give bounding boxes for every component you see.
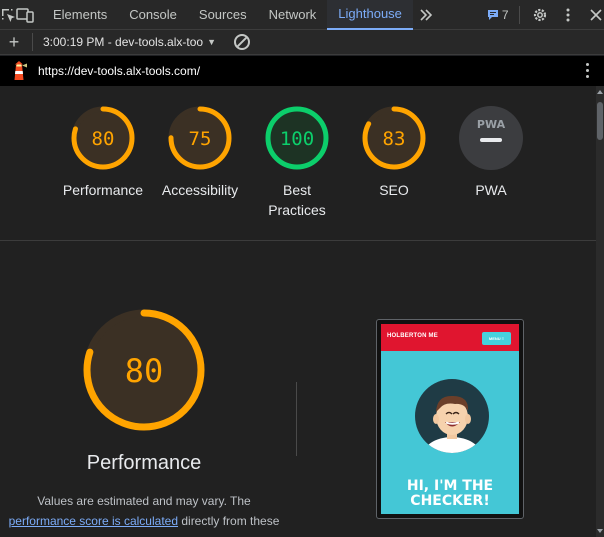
pwa-badge-text: PWA <box>477 118 506 131</box>
gauge-accessibility-ring: 75 <box>168 106 232 170</box>
gauge-performance-score: 80 <box>92 128 115 150</box>
screenshot-brand: HOLBERTON ME <box>387 333 438 339</box>
close-devtools-icon[interactable] <box>582 0 604 30</box>
score-gauges-row: 80 Performance 75 Accessibility 100 Best… <box>0 86 596 241</box>
performance-section: 80 Performance Values are estimated and … <box>0 242 596 537</box>
avatar-illustration-icon <box>415 379 489 453</box>
gauge-pwa-label: PWA <box>475 182 507 198</box>
gauge-seo-score: 83 <box>383 128 406 150</box>
performance-title: Performance <box>86 452 202 474</box>
performance-description: Values are estimated and may vary. The p… <box>0 491 288 531</box>
tab-elements[interactable]: Elements <box>42 0 118 30</box>
more-tabs-chevron-icon[interactable] <box>413 0 439 30</box>
lighthouse-toolbar: + 3:00:19 PM - dev-tools.alx-too ▼ <box>0 30 604 55</box>
report-scrollbar[interactable] <box>596 86 604 537</box>
dropdown-caret-icon: ▼ <box>207 37 216 47</box>
section-divider <box>296 382 297 456</box>
pwa-badge-icon: PWA <box>459 106 523 170</box>
toolbar-separator-right <box>518 5 520 24</box>
scrollbar-thumb[interactable] <box>597 102 603 140</box>
screenshot-header: HOLBERTON ME MENU ≡ <box>381 324 519 351</box>
gauge-accessibility-label: Accessibility <box>161 182 239 198</box>
screenshot-hero-line1: HI, I'M THE <box>406 478 494 494</box>
performance-description-line1: Values are estimated and may vary. The <box>37 494 251 508</box>
performance-big-gauge: 80 <box>83 309 205 431</box>
issues-counter[interactable]: 7 <box>487 8 509 22</box>
performance-big-score: 80 <box>125 352 164 390</box>
gauge-best-practices-label-line2: Practices <box>268 202 326 218</box>
tab-lighthouse[interactable]: Lighthouse <box>327 0 413 30</box>
screenshot-page: HOLBERTON ME MENU ≡ HI, I'M THE CHECKER! <box>381 324 519 514</box>
lighthouse-report: 80 Performance 75 Accessibility 100 Best… <box>0 86 596 537</box>
customize-menu-icon[interactable] <box>554 0 582 30</box>
lighthouse-logo-icon <box>14 61 27 80</box>
performance-description-after-link: directly from these <box>178 514 280 528</box>
clear-reports-icon[interactable] <box>234 34 250 50</box>
tab-sources[interactable]: Sources <box>188 0 258 30</box>
screenshot-hero-line2: CHECKER! <box>410 493 490 509</box>
report-selector[interactable]: 3:00:19 PM - dev-tools.alx-too ▼ <box>32 33 216 51</box>
settings-gear-icon[interactable] <box>526 0 554 30</box>
new-report-button[interactable]: + <box>0 31 28 53</box>
gauge-best-practices-score: 100 <box>280 128 314 150</box>
scroll-down-arrow-icon[interactable] <box>597 529 603 533</box>
gauge-performance-label: Performance <box>62 182 144 198</box>
final-screenshot-thumbnail[interactable]: HOLBERTON ME MENU ≡ HI, I'M THE CHECKER! <box>376 319 524 519</box>
report-selector-label: 3:00:19 PM - dev-tools.alx-too <box>43 35 204 49</box>
report-url-bar: https://dev-tools.alx-tools.com/ <box>0 56 604 86</box>
inspect-element-icon[interactable] <box>0 0 16 30</box>
tab-network[interactable]: Network <box>258 0 328 30</box>
gauge-seo-ring: 83 <box>362 106 426 170</box>
gauge-performance[interactable]: 80 Performance <box>55 104 151 200</box>
gauge-best-practices-label: Best Practices <box>268 180 326 220</box>
device-toolbar-icon[interactable] <box>16 0 34 30</box>
performance-score-calculated-link[interactable]: performance score is calculated <box>9 514 178 528</box>
issues-icon <box>487 9 498 20</box>
tab-console[interactable]: Console <box>118 0 188 30</box>
gauge-accessibility-score: 75 <box>189 128 212 150</box>
screenshot-hero-text: HI, I'M THE CHECKER! <box>381 479 519 509</box>
report-url: https://dev-tools.alx-tools.com/ <box>38 64 201 78</box>
gauge-pwa[interactable]: PWA PWA <box>443 104 539 200</box>
issues-count: 7 <box>501 7 509 22</box>
gauge-performance-ring: 80 <box>71 106 135 170</box>
gauge-best-practices-ring: 100 <box>265 106 329 170</box>
gauge-accessibility[interactable]: 75 Accessibility <box>152 104 248 200</box>
report-menu-icon[interactable] <box>586 63 590 78</box>
gauge-best-practices[interactable]: 100 Best Practices <box>249 104 345 220</box>
gauge-seo-label: SEO <box>379 182 409 198</box>
gauge-seo[interactable]: 83 SEO <box>346 104 442 200</box>
devtools-tab-bar: Elements Console Sources Network Lightho… <box>0 0 604 30</box>
gauge-best-practices-label-line1: Best <box>282 182 311 198</box>
scroll-up-arrow-icon[interactable] <box>597 90 603 94</box>
screenshot-menu-button: MENU ≡ <box>482 332 511 345</box>
